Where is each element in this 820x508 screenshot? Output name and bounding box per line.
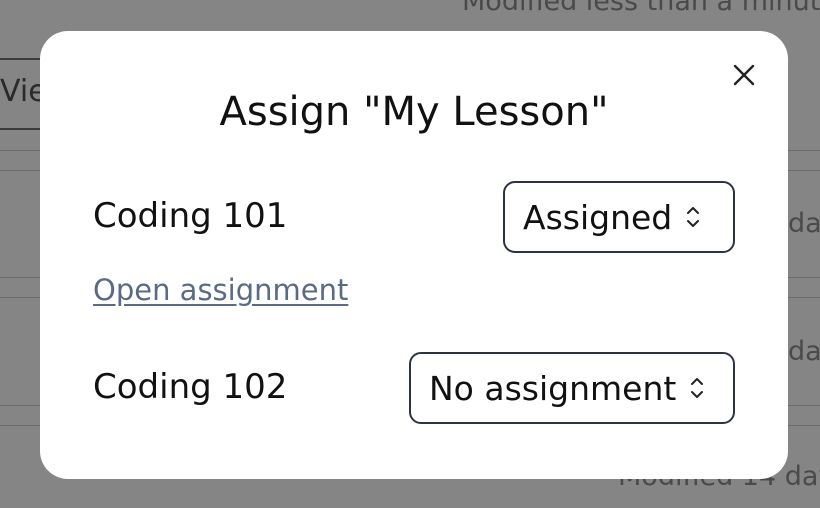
class-name-coding-102: Coding 102 (93, 367, 288, 407)
class-name-coding-101: Coding 101 (93, 196, 288, 236)
assignment-status-select-coding-102[interactable]: No assignment (409, 352, 735, 424)
close-icon (733, 64, 755, 86)
dialog-title: Assign "My Lesson" (219, 89, 609, 135)
chevron-up-down-icon (686, 204, 700, 230)
chevron-up-down-icon (690, 375, 704, 401)
assignment-status-select-coding-101[interactable]: Assigned (503, 181, 735, 253)
row-modified-text: da (788, 208, 820, 239)
select-value: No assignment (429, 368, 677, 408)
assign-dialog: Assign "My Lesson" Coding 101 Assigned O… (40, 31, 788, 479)
close-button[interactable] (726, 57, 762, 93)
modified-text-top: Modified less than a minute ago (462, 0, 820, 17)
select-value: Assigned (523, 197, 673, 237)
row-modified-text: da (788, 336, 820, 367)
open-assignment-link[interactable]: Open assignment (93, 273, 348, 307)
